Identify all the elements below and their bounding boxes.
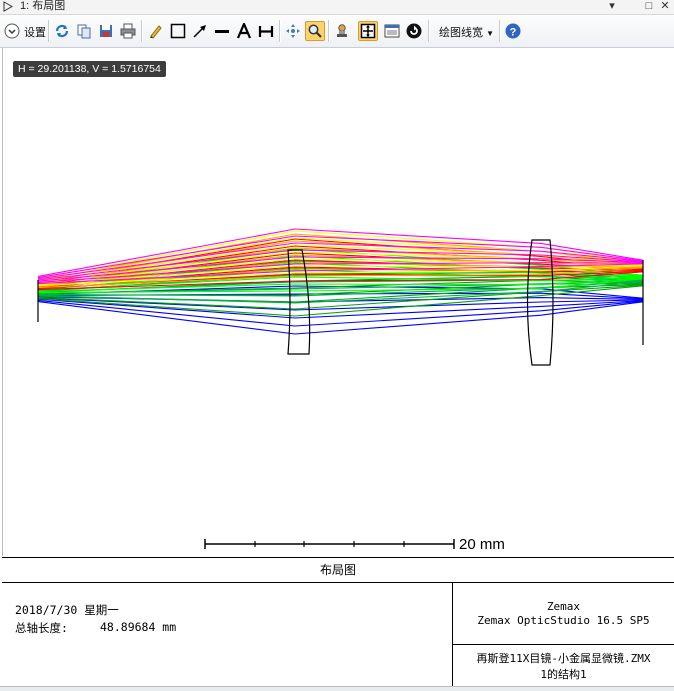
window-title: 1: 布局图 — [20, 0, 66, 12]
window-menu-button[interactable]: ▾ — [604, 0, 620, 14]
dimension-icon[interactable] — [256, 21, 276, 41]
footer-info-right-bottom: 再斯登11X目镜-小金属显微镜.ZMX 1的结构1 — [453, 645, 674, 687]
settings-button[interactable]: 设置 — [24, 24, 46, 40]
toolbar-separator — [279, 20, 281, 42]
toolbar-separator — [48, 20, 50, 42]
close-button[interactable]: ✕ — [657, 0, 673, 14]
save-icon[interactable] — [96, 21, 116, 41]
linewidth-label: 绘图线宽 — [439, 27, 483, 39]
text-icon[interactable] — [234, 21, 254, 41]
arrow-icon[interactable] — [190, 21, 210, 41]
print-icon[interactable] — [118, 21, 138, 41]
scale-bar-label: 20 mm — [459, 536, 505, 553]
footer-file: 再斯登11X目镜-小金属显微镜.ZMX — [476, 652, 651, 665]
footer-software: Zemax OpticStudio 16.5 SP5 — [477, 614, 650, 627]
toolbar: 设置 绘图线宽 ▼ ? — [0, 15, 674, 48]
layout-plot-area[interactable] — [2, 48, 674, 556]
plot-footer: 布局图 2018/7/30 星期一 总轴长度: 48.89684 mm Zema… — [2, 557, 674, 688]
settings-chevron-icon[interactable] — [2, 21, 22, 41]
refresh-icon[interactable] — [52, 21, 72, 41]
footer-info-left: 2018/7/30 星期一 总轴长度: 48.89684 mm — [2, 583, 453, 687]
svg-text:?: ? — [510, 27, 517, 39]
rectangle-icon[interactable] — [168, 21, 188, 41]
copy-icon[interactable] — [74, 21, 94, 41]
pan-icon[interactable] — [283, 21, 303, 41]
pencil-icon[interactable] — [146, 21, 166, 41]
toolbar-separator — [141, 20, 143, 42]
window-icon — [3, 1, 13, 12]
linewidth-dropdown[interactable]: 绘图线宽 ▼ — [439, 24, 494, 40]
footer-length-label: 总轴长度: — [15, 621, 68, 635]
line-icon[interactable] — [212, 21, 232, 41]
footer-config: 1的结构1 — [540, 668, 587, 681]
maximize-button[interactable]: □ — [641, 0, 657, 14]
grid-toggle-icon[interactable] — [358, 21, 378, 41]
window-bottom-edge — [0, 686, 674, 691]
footer-date: 2018/7/30 星期一 — [15, 603, 119, 617]
toolbar-separator — [428, 20, 430, 42]
footer-length-value: 48.89684 mm — [100, 620, 177, 634]
footer-info-right-top: Zemax Zemax OpticStudio 16.5 SP5 — [453, 583, 674, 645]
optical-layout-drawing[interactable] — [3, 48, 674, 556]
toolbar-separator — [328, 20, 330, 42]
help-icon[interactable]: ? — [503, 21, 523, 41]
footer-company: Zemax — [546, 600, 581, 613]
toolbar-separator — [499, 20, 501, 42]
chevron-down-icon: ▼ — [486, 29, 494, 38]
window-layout-icon[interactable] — [382, 21, 402, 41]
stamp-icon[interactable] — [332, 21, 352, 41]
scale-bar — [204, 539, 455, 549]
footer-title: 布局图 — [2, 558, 674, 583]
rotate-icon[interactable] — [404, 21, 424, 41]
coordinate-readout: H = 29.201138, V = 1.5716754 — [13, 61, 166, 77]
window-titlebar: 1: 布局图 ▾ □ ✕ — [0, 0, 674, 15]
zoom-icon[interactable] — [305, 21, 325, 41]
